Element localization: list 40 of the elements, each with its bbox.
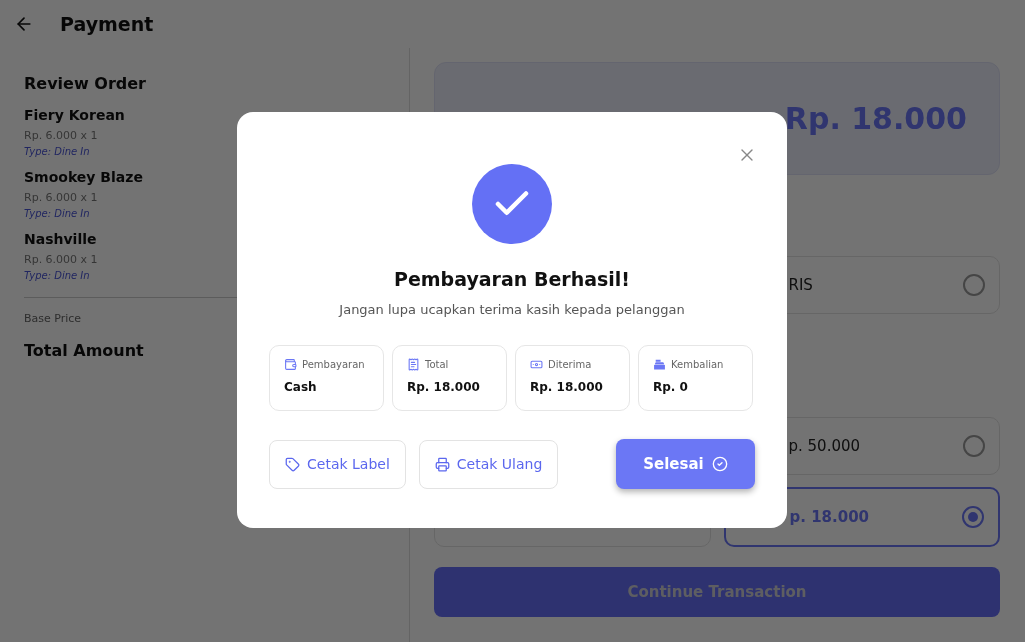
dialog-title: Pembayaran Berhasil! [393, 268, 631, 290]
option-label: RIS [788, 276, 813, 294]
base-price-label: Base Price [24, 312, 83, 325]
item-price: Rp. 6.000 x 1 [24, 191, 99, 204]
option-label: p. 18.000 [789, 508, 870, 526]
dialog-message: Jangan lupa ucapkan terima kasih kepada pelanggan [339, 302, 685, 317]
finish-button[interactable]: Selesai [616, 439, 755, 489]
print-label-button[interactable]: Cetak Label [269, 439, 406, 489]
info-label: Total [425, 359, 449, 370]
info-value: Cash [284, 380, 318, 394]
cash-register-icon [653, 358, 666, 371]
reprint-button[interactable]: Cetak Ulang [418, 439, 559, 489]
item-name: Nashville [24, 231, 98, 247]
check-circle-icon [711, 456, 728, 472]
radio-button[interactable] [963, 274, 985, 296]
info-value: Rp. 18.000 [407, 380, 481, 394]
info-value: Rp. 0 [653, 380, 689, 394]
radio-button[interactable] [962, 506, 984, 528]
info-label: Kembalian [671, 359, 724, 370]
item-type: Type: Dine In [24, 146, 91, 157]
info-value: Rp. 18.000 [530, 380, 604, 394]
item-name: Smookey Blaze [24, 169, 144, 185]
total-amount: Rp. 18.000 [784, 101, 967, 136]
total-amount-label: Total Amount [24, 341, 145, 360]
wallet-icon [284, 358, 297, 371]
item-type: Type: Dine In [24, 208, 91, 219]
page-title: Payment [60, 13, 154, 35]
item-price: Rp. 6.000 x 1 [24, 129, 99, 142]
tag-icon [285, 456, 300, 472]
option-label: p. 50.000 [788, 437, 861, 455]
radio-button[interactable] [963, 435, 985, 457]
item-type: Type: Dine In [24, 270, 91, 281]
item-price: Rp. 6.000 x 1 [24, 253, 99, 266]
item-name: Fiery Korean [24, 107, 126, 123]
banknote-icon [530, 358, 543, 371]
info-label: Pembayaran [302, 359, 365, 370]
section-title: Review Order [24, 74, 147, 93]
printer-icon [434, 456, 450, 472]
receipt-icon [407, 358, 420, 371]
info-label: Diterima [548, 359, 592, 370]
